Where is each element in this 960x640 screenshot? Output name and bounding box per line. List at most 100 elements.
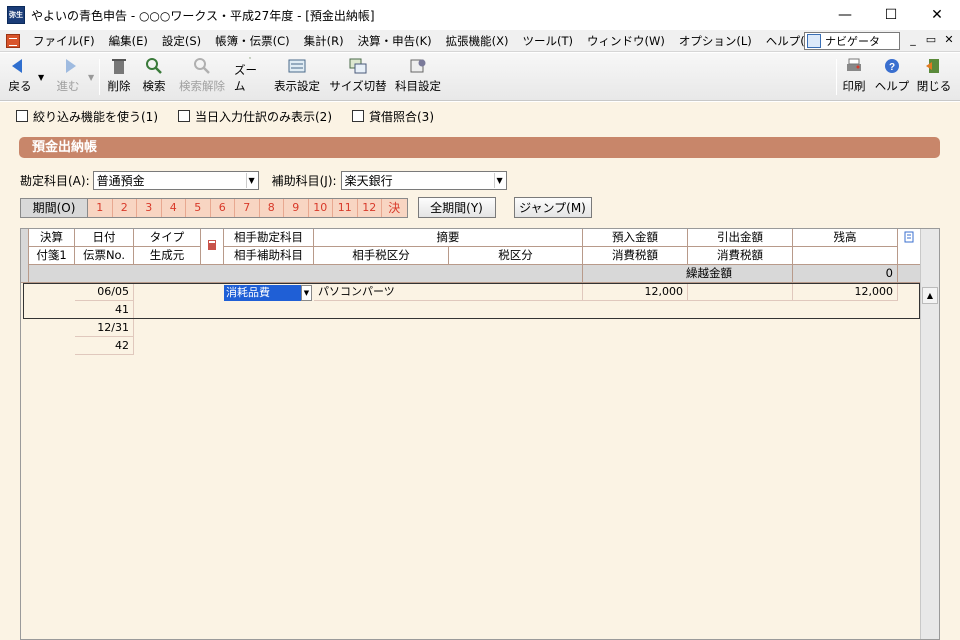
grid-cell[interactable] — [583, 571, 688, 589]
grid-cell[interactable] — [793, 445, 898, 463]
grid-cell[interactable] — [688, 301, 793, 319]
jump-button[interactable]: ジャンプ(M) — [513, 197, 592, 218]
menu-books[interactable]: 帳簿・伝票(C) — [208, 30, 297, 52]
grid-cell[interactable] — [449, 301, 539, 319]
grid-cell[interactable] — [583, 553, 688, 571]
grid-cell[interactable] — [404, 373, 449, 391]
grid-cell[interactable] — [134, 355, 201, 373]
grid-cell[interactable] — [449, 409, 539, 427]
grid-cell[interactable] — [134, 445, 201, 463]
grid-cell[interactable] — [898, 589, 921, 607]
grid-cell[interactable] — [29, 283, 75, 301]
grid-cell[interactable] — [404, 301, 449, 319]
grid-cell[interactable] — [898, 409, 921, 427]
grid-cell[interactable] — [793, 499, 898, 517]
grid-cell[interactable] — [404, 445, 449, 463]
grid-cell[interactable] — [583, 625, 688, 639]
grid-cell[interactable] — [793, 553, 898, 571]
grid-cell[interactable] — [224, 481, 314, 499]
grid-cell[interactable] — [583, 301, 688, 319]
grid-cell[interactable] — [75, 553, 134, 571]
grid-cell[interactable] — [583, 319, 688, 337]
grid-cell[interactable] — [898, 373, 921, 391]
grid-cell[interactable] — [314, 607, 583, 625]
row-balance[interactable]: 12,000 — [793, 283, 898, 301]
account-select[interactable]: 普通預金 ▼ — [92, 170, 259, 190]
grid-cell[interactable] — [539, 301, 583, 319]
delete-button[interactable]: 削除 — [104, 57, 134, 97]
grid-cell[interactable] — [793, 301, 898, 319]
grid-cell[interactable] — [449, 589, 539, 607]
grid-cell[interactable] — [134, 517, 201, 535]
grid-cell[interactable] — [29, 517, 75, 535]
grid-cell[interactable] — [224, 337, 314, 355]
grid-cell[interactable] — [75, 481, 134, 499]
grid-cell[interactable] — [404, 589, 449, 607]
grid-cell[interactable] — [314, 337, 404, 355]
grid-cell[interactable] — [201, 517, 224, 535]
grid-cell[interactable] — [314, 553, 404, 571]
grid-cell[interactable] — [583, 463, 688, 481]
grid-cell[interactable] — [898, 445, 921, 463]
subaccount-select[interactable]: 楽天銀行 ▼ — [340, 170, 507, 190]
grid-cell[interactable] — [224, 499, 314, 517]
menu-extensions[interactable]: 拡張機能(X) — [439, 30, 516, 52]
row-date[interactable]: 12/31 — [75, 319, 134, 337]
grid-cell[interactable] — [404, 481, 449, 499]
grid-cell[interactable] — [539, 589, 583, 607]
grid-cell[interactable] — [583, 535, 688, 553]
grid-cell[interactable] — [404, 337, 449, 355]
grid-cell[interactable] — [224, 625, 314, 639]
grid-cell[interactable] — [134, 607, 201, 625]
month-7[interactable]: 7 — [235, 198, 260, 217]
menu-options[interactable]: オプション(L) — [672, 30, 759, 52]
month-8[interactable]: 8 — [259, 198, 284, 217]
grid-cell[interactable] — [688, 625, 793, 639]
grid-cell[interactable] — [793, 589, 898, 607]
grid-cell[interactable] — [224, 319, 314, 337]
grid-cell[interactable] — [688, 391, 793, 409]
grid-cell[interactable] — [583, 427, 688, 445]
grid-cell[interactable] — [29, 625, 75, 639]
filter-checkbox[interactable]: 絞り込み機能を使う(1) — [16, 108, 158, 125]
grid-cell[interactable] — [201, 373, 224, 391]
grid-cell[interactable] — [793, 625, 898, 639]
grid-cell[interactable] — [449, 481, 539, 499]
forward-dropdown-icon[interactable]: ▼ — [88, 73, 94, 82]
grid-cell[interactable] — [583, 481, 688, 499]
grid-cell[interactable] — [224, 427, 314, 445]
grid-cell[interactable] — [134, 337, 201, 355]
grid-cell[interactable] — [75, 517, 134, 535]
grid-cell[interactable] — [688, 481, 793, 499]
grid-cell[interactable] — [75, 445, 134, 463]
checkbox-box[interactable] — [16, 110, 28, 122]
grid-cell[interactable] — [134, 535, 201, 553]
grid-cell[interactable] — [898, 337, 921, 355]
header-summary[interactable]: 摘要 — [314, 229, 583, 247]
header-kessan[interactable]: 決算 — [29, 229, 75, 247]
grid-cell[interactable] — [539, 373, 583, 391]
grid-cell[interactable] — [224, 535, 314, 553]
grid-cell[interactable] — [201, 607, 224, 625]
grid-cell[interactable] — [134, 283, 201, 301]
row-deposit[interactable]: 12,000 — [583, 283, 688, 301]
grid-cell[interactable] — [449, 373, 539, 391]
grid-cell[interactable] — [224, 571, 314, 589]
grid-cell[interactable] — [539, 445, 583, 463]
grid-cell[interactable] — [314, 625, 404, 639]
grid-cell[interactable] — [134, 391, 201, 409]
grid-cell[interactable] — [201, 553, 224, 571]
grid-cell[interactable] — [583, 607, 688, 625]
month-2[interactable]: 2 — [112, 198, 137, 217]
month-10[interactable]: 10 — [308, 198, 333, 217]
grid-cell[interactable] — [898, 499, 921, 517]
month-1[interactable]: 1 — [88, 198, 113, 217]
row-summary[interactable]: パソコンパーツ — [314, 283, 583, 301]
chevron-down-icon[interactable]: ▼ — [301, 285, 312, 301]
grid-cell[interactable] — [201, 355, 224, 373]
grid-cell[interactable] — [688, 319, 793, 337]
grid-cell[interactable] — [539, 625, 583, 639]
grid-cell[interactable] — [224, 355, 314, 373]
grid-cell[interactable] — [201, 391, 224, 409]
menu-settings[interactable]: 設定(S) — [155, 30, 208, 52]
